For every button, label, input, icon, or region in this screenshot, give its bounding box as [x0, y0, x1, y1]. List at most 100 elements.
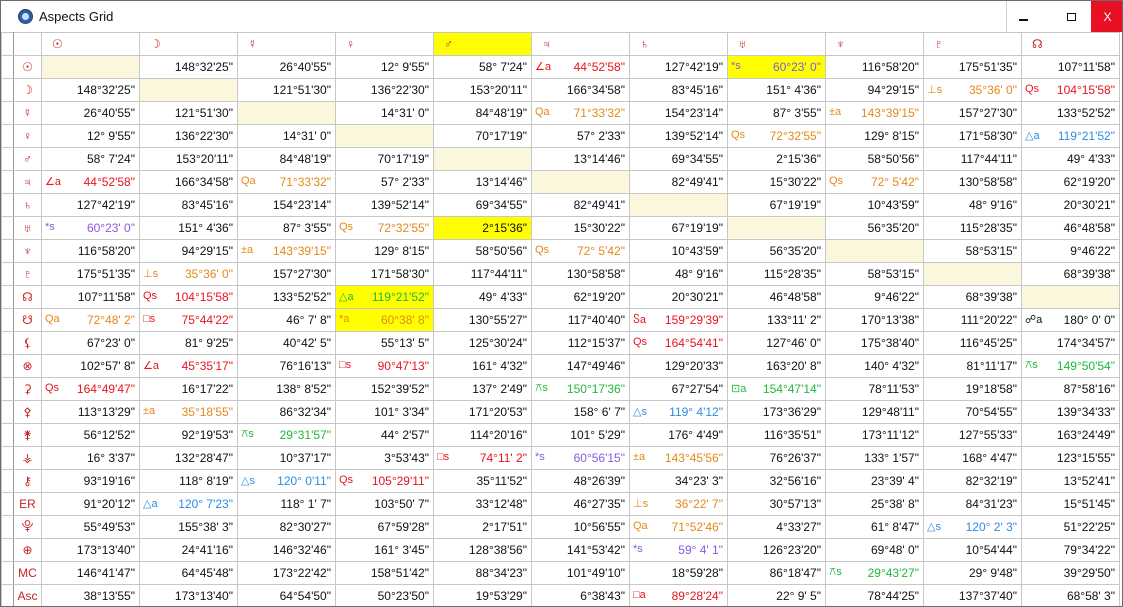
- grid-cell[interactable]: 82°30'27": [237, 515, 336, 539]
- grid-cell[interactable]: 107°11'58": [41, 285, 140, 309]
- row-header[interactable]: ⚸: [13, 331, 42, 355]
- grid-cell[interactable]: 127°55'33": [923, 423, 1022, 447]
- grid-cell[interactable]: 39°29'50": [1021, 561, 1120, 585]
- grid-cell[interactable]: ⚻s 29°31'57": [237, 423, 336, 447]
- grid-cell[interactable]: 146°32'46": [237, 538, 336, 562]
- grid-cell[interactable]: 30°57'13": [727, 492, 826, 516]
- grid-cell[interactable]: 116°58'20": [825, 55, 924, 79]
- grid-cell[interactable]: 161° 3'45": [335, 538, 434, 562]
- row-header[interactable]: Asc: [13, 584, 42, 606]
- grid-cell[interactable]: 67°23' 0": [41, 331, 140, 355]
- grid-cell[interactable]: 102°57' 8": [41, 354, 140, 378]
- grid-cell[interactable]: 115°28'35": [923, 216, 1022, 240]
- grid-cell[interactable]: 26°40'55": [41, 101, 140, 125]
- column-header-2[interactable]: ☿: [237, 32, 336, 56]
- grid-cell[interactable]: 70°17'19": [433, 124, 532, 148]
- grid-cell[interactable]: 88°34'23": [433, 561, 532, 585]
- grid-cell[interactable]: 116°58'20": [41, 239, 140, 263]
- grid-cell[interactable]: ±a 143°45'56": [629, 446, 728, 470]
- grid-cell[interactable]: *s 60°23' 0": [41, 216, 140, 240]
- grid-cell[interactable]: [629, 193, 728, 217]
- grid-cell[interactable]: 101°49'10": [531, 561, 630, 585]
- column-header-7[interactable]: ♅: [727, 32, 826, 56]
- grid-cell[interactable]: 82°49'41": [629, 170, 728, 194]
- column-header-8[interactable]: ♆: [825, 32, 924, 56]
- grid-cell[interactable]: 15°51'45": [1021, 492, 1120, 516]
- grid-cell[interactable]: *s 59° 4' 1": [629, 538, 728, 562]
- grid-cell[interactable]: 78°11'53": [825, 377, 924, 401]
- grid-cell[interactable]: [923, 262, 1022, 286]
- grid-cell[interactable]: 4°33'27": [727, 515, 826, 539]
- grid-cell[interactable]: 101° 3'34": [335, 400, 434, 424]
- grid-cell[interactable]: 64°45'48": [139, 561, 238, 585]
- row-header[interactable]: ☉: [13, 55, 42, 79]
- maximize-button[interactable]: [1054, 1, 1088, 32]
- grid-cell[interactable]: 121°51'30": [237, 78, 336, 102]
- grid-cell[interactable]: ±a 35°18'55": [139, 400, 238, 424]
- grid-cell[interactable]: ⊥s 35°36' 0": [923, 78, 1022, 102]
- grid-cell[interactable]: 55°13' 5": [335, 331, 434, 355]
- aspects-grid[interactable]: ☉ ☽ ☿ ♀ ♂ ♃ ♄ ♅ ♆ ♇ ☊ ☉ 148°32'25" 26°40'55" 12° 9'55…: [1, 32, 1122, 606]
- grid-cell[interactable]: △s 119° 4'12": [629, 400, 728, 424]
- grid-cell[interactable]: ⚻s 149°50'54": [1021, 354, 1120, 378]
- grid-cell[interactable]: 58° 7'24": [433, 55, 532, 79]
- grid-cell[interactable]: 76°16'13": [237, 354, 336, 378]
- grid-cell[interactable]: 3°53'43": [335, 446, 434, 470]
- grid-cell[interactable]: 92°19'53": [139, 423, 238, 447]
- grid-cell[interactable]: 157°27'30": [923, 101, 1022, 125]
- grid-cell[interactable]: 13°14'46": [433, 170, 532, 194]
- grid-cell[interactable]: 101° 5'29": [531, 423, 630, 447]
- column-header-4[interactable]: ♂: [433, 32, 532, 56]
- grid-cell[interactable]: 94°29'15": [825, 78, 924, 102]
- grid-cell[interactable]: 10°54'44": [923, 538, 1022, 562]
- grid-cell[interactable]: 141°53'42": [531, 538, 630, 562]
- grid-cell[interactable]: 58°50'56": [433, 239, 532, 263]
- grid-cell[interactable]: Qs 72°32'55": [335, 216, 434, 240]
- grid-cell[interactable]: 46°48'58": [727, 285, 826, 309]
- grid-cell[interactable]: ∠a 45°35'17": [139, 354, 238, 378]
- grid-cell[interactable]: 10°43'59": [825, 193, 924, 217]
- grid-cell[interactable]: 68°39'38": [1021, 262, 1120, 286]
- grid-cell[interactable]: 117°44'11": [433, 262, 532, 286]
- grid-cell[interactable]: 69°34'55": [433, 193, 532, 217]
- row-header[interactable]: ♀: [13, 124, 42, 148]
- grid-cell[interactable]: □a 89°28'24": [629, 584, 728, 606]
- grid-cell[interactable]: 137°37'40": [923, 584, 1022, 606]
- minimize-button[interactable]: [1006, 1, 1040, 32]
- grid-cell[interactable]: 103°50' 7": [335, 492, 434, 516]
- grid-cell[interactable]: 38°13'55": [41, 584, 140, 606]
- grid-cell[interactable]: 151° 4'36": [139, 216, 238, 240]
- grid-cell[interactable]: 175°51'35": [923, 55, 1022, 79]
- grid-cell[interactable]: 127°42'19": [629, 55, 728, 79]
- grid-cell[interactable]: 173°13'40": [139, 584, 238, 606]
- grid-cell[interactable]: 84°31'23": [923, 492, 1022, 516]
- grid-cell[interactable]: 153°20'11": [139, 147, 238, 171]
- grid-cell[interactable]: 176° 4'49": [629, 423, 728, 447]
- grid-cell[interactable]: 138° 8'52": [237, 377, 336, 401]
- grid-cell[interactable]: 16°17'22": [139, 377, 238, 401]
- grid-cell[interactable]: [139, 78, 238, 102]
- grid-cell[interactable]: 58°53'15": [923, 239, 1022, 263]
- grid-cell[interactable]: Qs 164°49'47": [41, 377, 140, 401]
- row-header[interactable]: ☽: [13, 78, 42, 102]
- grid-cell[interactable]: Qs 72° 5'42": [531, 239, 630, 263]
- grid-cell[interactable]: 58°50'56": [825, 147, 924, 171]
- grid-cell[interactable]: 19°18'58": [923, 377, 1022, 401]
- grid-cell[interactable]: 166°34'58": [139, 170, 238, 194]
- grid-cell[interactable]: 146°41'47": [41, 561, 140, 585]
- grid-cell[interactable]: Qa 71°52'46": [629, 515, 728, 539]
- grid-cell[interactable]: [531, 170, 630, 194]
- grid-cell[interactable]: 10°56'55": [531, 515, 630, 539]
- grid-cell[interactable]: 173°13'40": [41, 538, 140, 562]
- grid-cell[interactable]: 133°52'52": [1021, 101, 1120, 125]
- grid-cell[interactable]: 171°58'30": [923, 124, 1022, 148]
- grid-cell[interactable]: 133°11' 2": [727, 308, 826, 332]
- grid-cell[interactable]: ∠a 44°52'58": [531, 55, 630, 79]
- grid-cell[interactable]: 166°34'58": [531, 78, 630, 102]
- grid-cell[interactable]: 58°53'15": [825, 262, 924, 286]
- grid-cell[interactable]: ±a 143°39'15": [825, 101, 924, 125]
- grid-cell[interactable]: ⊥s 35°36' 0": [139, 262, 238, 286]
- grid-cell[interactable]: ∠a 44°52'58": [41, 170, 140, 194]
- title-bar[interactable]: Aspects Grid X: [1, 1, 1122, 32]
- grid-cell[interactable]: 61° 8'47": [825, 515, 924, 539]
